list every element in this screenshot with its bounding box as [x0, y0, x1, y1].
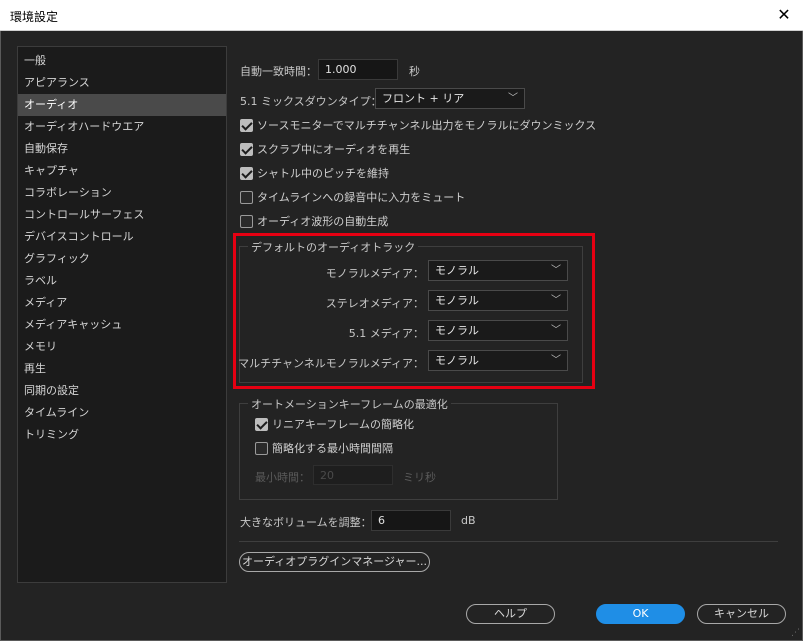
window-title: 環境設定: [10, 10, 59, 24]
audio-plugin-manager-button[interactable]: オーディオプラグインマネージャー...: [239, 552, 430, 572]
play-audio-scrub-checkbox-label: スクラブ中にオーディオを再生: [257, 143, 411, 156]
checkbox-unchecked-icon: [240, 191, 253, 204]
sidebar-item-audio-hardware[interactable]: オーディオハードウエア: [18, 116, 226, 138]
large-volume-adjust-input[interactable]: 6: [371, 510, 451, 531]
sidebar-item-auto-save[interactable]: 自動保存: [18, 138, 226, 160]
sidebar-item-media-cache[interactable]: メディアキャッシュ: [18, 314, 226, 336]
checkbox-checked-icon: [240, 119, 253, 132]
auto-waveform-checkbox-label: オーディオ波形の自動生成: [257, 215, 389, 228]
sidebar-item-audio[interactable]: オーディオ: [18, 94, 226, 116]
ok-button[interactable]: OK: [596, 604, 685, 624]
sidebar-item-control-surface[interactable]: コントロールサーフェス: [18, 204, 226, 226]
automation-keyframe-title: オートメーションキーフレームの最適化: [248, 396, 451, 412]
sidebar-item-sync-settings[interactable]: 同期の設定: [18, 380, 226, 402]
title-bar: 環境設定 ✕: [0, 0, 803, 31]
sidebar-item-capture[interactable]: キャプチャ: [18, 160, 226, 182]
section-divider: [239, 541, 778, 542]
sidebar-item-graphics[interactable]: グラフィック: [18, 248, 226, 270]
sidebar-item-device-control[interactable]: デバイスコントロール: [18, 226, 226, 248]
checkbox-checked-icon: [240, 167, 253, 180]
large-volume-adjust-label: 大きなボリュームを調整：: [240, 516, 372, 529]
sidebar-item-trim[interactable]: トリミング: [18, 424, 226, 446]
maintain-pitch-checkbox-label: シャトル中のピッチを維持: [257, 167, 389, 180]
sidebar-item-media[interactable]: メディア: [18, 292, 226, 314]
linear-keyframe-thinning-label: リニアキーフレームの簡略化: [272, 418, 415, 431]
cancel-button[interactable]: キャンセル: [697, 604, 786, 624]
preferences-category-list: 一般 アピアランス オーディオ オーディオハードウエア 自動保存 キャプチャ コ…: [17, 46, 227, 583]
minimum-time-interval-label: 簡略化する最小時間間隔: [272, 442, 393, 455]
minimum-time-label: 最小時間：: [255, 471, 310, 484]
minimum-time-input[interactable]: 20: [313, 465, 393, 485]
sidebar-item-appearance[interactable]: アピアランス: [18, 72, 226, 94]
sidebar-item-general[interactable]: 一般: [18, 50, 226, 72]
sidebar-item-playback[interactable]: 再生: [18, 358, 226, 380]
close-icon[interactable]: ✕: [773, 4, 795, 26]
minimum-time-unit: ミリ秒: [403, 471, 436, 484]
auto-match-time-input[interactable]: 1.000: [318, 59, 398, 80]
downmix-type-select[interactable]: フロント + リア ﹀: [375, 88, 525, 109]
highlight-annotation-box: [233, 233, 595, 389]
sidebar-item-labels[interactable]: ラベル: [18, 270, 226, 292]
checkbox-unchecked-icon: [255, 442, 268, 455]
sidebar-item-timeline[interactable]: タイムライン: [18, 402, 226, 424]
large-volume-adjust-unit: dB: [461, 514, 476, 527]
checkbox-unchecked-icon: [240, 215, 253, 228]
checkbox-checked-icon: [255, 418, 268, 431]
auto-match-time-unit: 秒: [409, 65, 420, 78]
downmix-type-value: フロント + リア: [382, 92, 465, 105]
downmix-type-label: 5.1 ミックスダウンタイプ：: [240, 95, 382, 108]
resize-grip-icon[interactable]: ⋰: [791, 628, 800, 638]
checkbox-checked-icon: [240, 143, 253, 156]
chevron-down-icon: ﹀: [508, 93, 518, 104]
sidebar-item-collaboration[interactable]: コラボレーション: [18, 182, 226, 204]
downmix-mono-checkbox-label: ソースモニターでマルチチャンネル出力をモノラルにダウンミックス: [257, 119, 597, 132]
sidebar-item-memory[interactable]: メモリ: [18, 336, 226, 358]
help-button[interactable]: ヘルプ: [466, 604, 555, 624]
auto-match-time-label: 自動一致時間：: [240, 65, 317, 78]
mute-input-checkbox-label: タイムラインへの録音中に入力をミュート: [257, 191, 466, 204]
